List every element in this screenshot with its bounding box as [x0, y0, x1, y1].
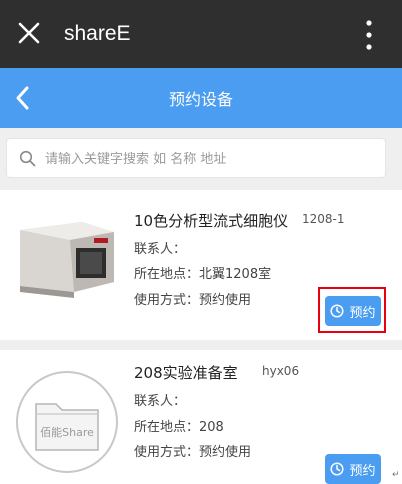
location-label: 所在地点：208 [134, 420, 224, 435]
device-thumbnail [14, 212, 120, 304]
device-card[interactable]: 10色分析型流式细胞仪 1208-1 联系人： 所在地点：北翼1208室 使用方… [0, 190, 402, 340]
list-divider [0, 340, 402, 350]
page-title: 预约设备 [168, 90, 233, 109]
search-input[interactable] [43, 139, 377, 179]
search-bar[interactable] [6, 138, 386, 179]
placeholder-logo-text: 佰能Share [40, 425, 94, 439]
book-button[interactable]: 预约 [325, 296, 381, 326]
location-label: 所在地点：北翼1208室 [134, 267, 272, 282]
page-header: 预约设备 [0, 68, 402, 128]
app-title: shareE [64, 22, 131, 45]
device-card[interactable]: 佰能Share 208实验准备室 hyx06 联系人： 所在地点：208 使用方… [0, 350, 402, 484]
search-section [0, 128, 402, 190]
usage-label: 使用方式：预约使用 [134, 445, 252, 460]
contact-label: 联系人： [134, 242, 187, 257]
clock-icon [330, 304, 345, 318]
folder-icon: 佰能Share [16, 371, 118, 473]
clock-icon [330, 462, 345, 476]
device-name: 208实验准备室 [134, 364, 238, 382]
more-vertical-icon[interactable] [362, 18, 376, 52]
book-button-label: 预约 [349, 463, 376, 479]
app-top-bar: shareE [0, 0, 402, 68]
book-button-label: 预约 [349, 305, 376, 321]
contact-label: 联系人： [134, 394, 187, 409]
close-icon[interactable] [18, 20, 40, 46]
usage-label: 使用方式：预约使用 [134, 293, 252, 308]
device-code: hyx06 [262, 364, 300, 378]
search-icon [19, 150, 36, 167]
device-code: 1208-1 [302, 212, 345, 226]
device-name: 10色分析型流式细胞仪 [134, 212, 289, 230]
return-mark: ↵ [392, 470, 400, 480]
book-button[interactable]: 预约 [325, 454, 381, 484]
